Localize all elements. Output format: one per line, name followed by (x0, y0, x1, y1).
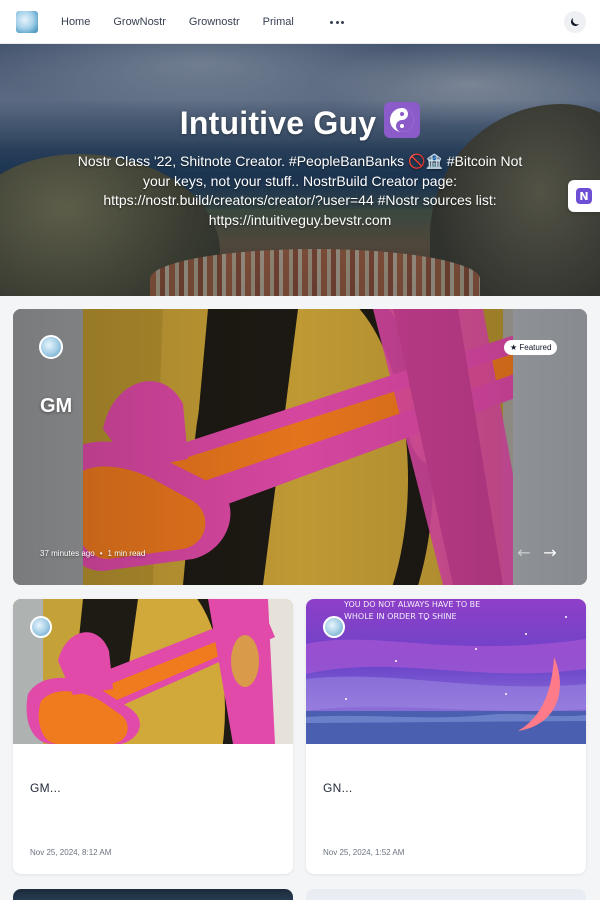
post-image-caption: YOU DO NOT ALWAYS HAVE TO BE WHOLE IN OR… (344, 600, 481, 621)
featured-time: 37 minutes ago (40, 549, 95, 558)
post-card-partial[interactable] (13, 889, 293, 900)
author-avatar[interactable] (39, 335, 63, 359)
nostr-icon: N (576, 188, 592, 204)
arrow-left-icon[interactable]: ← (515, 544, 533, 562)
nav-link-primal[interactable]: Primal (263, 16, 294, 28)
post-image (13, 599, 293, 744)
top-nav: Home GrowNostr Grownostr Primal (0, 0, 600, 44)
featured-badge: ★ Featured (504, 340, 558, 355)
author-avatar[interactable] (323, 616, 345, 638)
author-avatar[interactable] (30, 616, 52, 638)
site-logo[interactable] (16, 11, 38, 33)
post-card[interactable]: GM... Nov 25, 2024, 8:12 AM (13, 599, 293, 874)
post-date: Nov 25, 2024, 8:12 AM (30, 848, 112, 857)
post-card-partial[interactable] (306, 889, 586, 900)
nav-links: Home GrowNostr Grownostr Primal (61, 0, 317, 44)
post-date: Nov 25, 2024, 1:52 AM (323, 848, 405, 857)
profile-hero: Intuitive Guy Nostr Class '22, Shitnote … (0, 44, 600, 296)
theme-toggle-button[interactable] (564, 11, 586, 33)
profile-bio: Nostr Class '22, Shitnote Creator. #Peop… (77, 153, 523, 228)
moon-icon (571, 18, 579, 26)
arrow-right-icon[interactable]: → (541, 544, 559, 562)
nostr-side-button[interactable]: N (568, 180, 600, 212)
featured-meta: 37 minutes ago • 1 min read (40, 549, 145, 558)
post-title[interactable]: GM... (30, 781, 61, 795)
meta-separator: • (99, 549, 103, 558)
post-card[interactable]: YOU DO NOT ALWAYS HAVE TO BE WHOLE IN OR… (306, 599, 586, 874)
nav-link-home[interactable]: Home (61, 16, 90, 28)
profile-name-text: Intuitive Guy (179, 105, 377, 141)
profile-name: Intuitive Guy (0, 102, 600, 142)
featured-post-card[interactable]: ★ Featured GM 37 minutes ago • 1 min read … (13, 309, 587, 585)
yin-yang-icon (384, 102, 421, 138)
nav-link-grownostr[interactable]: GrowNostr (113, 16, 166, 28)
more-horizontal-icon[interactable] (330, 16, 344, 28)
featured-title[interactable]: GM (40, 395, 72, 418)
featured-read-time: 1 min read (107, 549, 146, 558)
post-title[interactable]: GN... (323, 781, 353, 795)
nav-link-grownostr-2[interactable]: Grownostr (189, 16, 240, 28)
